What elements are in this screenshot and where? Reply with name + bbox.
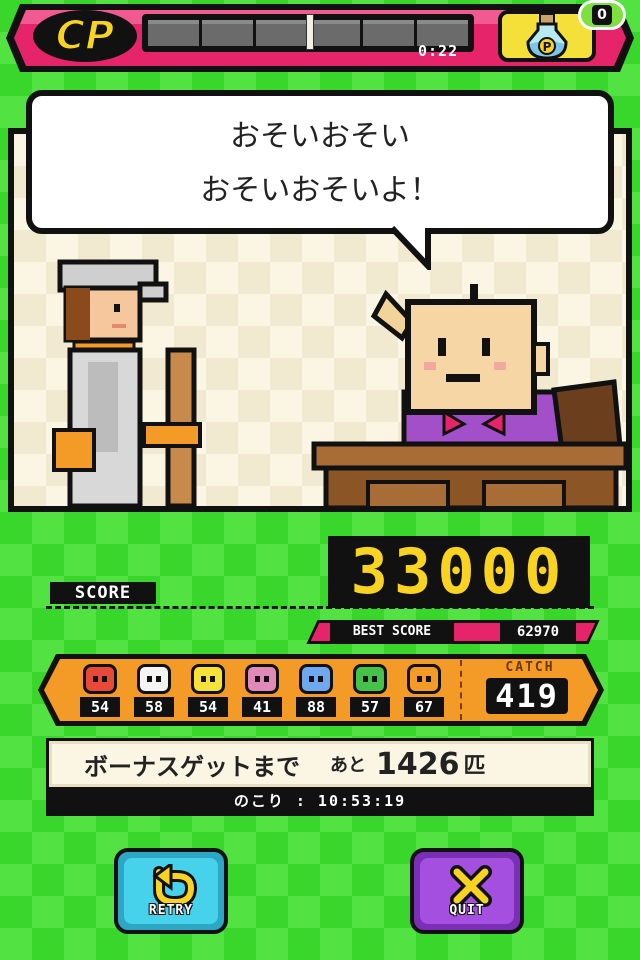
retry-button[interactable]: RETRY [114, 848, 228, 934]
monster-count: 88 [296, 697, 336, 717]
potion-count: 0 [592, 5, 612, 25]
monster-count: 58 [134, 697, 174, 717]
retry-label: RETRY [148, 903, 194, 918]
potion-count-badge: 0 [578, 0, 626, 30]
monster-count: 41 [242, 697, 282, 717]
cp-logo-text: CP [56, 13, 115, 59]
red-monster-icon [83, 664, 117, 694]
monster-slot: 57 [350, 664, 390, 720]
score-display: 33000 [328, 536, 590, 608]
monster-slot: 88 [296, 664, 336, 720]
yellow-monster-icon [191, 664, 225, 694]
pink-monster-icon [245, 664, 279, 694]
green-monster-icon [353, 664, 387, 694]
cp-logo-icon: CP [33, 10, 137, 62]
score-value: 33000 [350, 535, 568, 608]
merchant-character [311, 284, 626, 506]
speech-bubble-tail [392, 226, 431, 270]
monster-slot: 54 [80, 664, 120, 720]
monster-slot: 67 [404, 664, 444, 720]
bonus-panel: ボーナスゲットまで あと 1426 匹 のこり : 10:53:19 [46, 738, 594, 816]
white-monster-icon [137, 664, 171, 694]
dialog-line-2: おそいおそいよ！ [200, 173, 440, 208]
gauge-marker [306, 14, 314, 50]
quit-button[interactable]: QUIT [410, 848, 524, 934]
catch-divider [460, 660, 462, 720]
retry-arrow-icon [152, 864, 198, 908]
bonus-remaining-label: あと [330, 755, 366, 776]
monster-count: 54 [80, 697, 120, 717]
monster-slot: 41 [242, 664, 282, 720]
adventurer-character [52, 259, 202, 506]
bonus-progress-row: ボーナスゲットまで あと 1426 匹 [49, 741, 591, 787]
quit-label: QUIT [449, 903, 485, 918]
bonus-count-unit: 匹 [463, 754, 486, 779]
close-icon [450, 865, 492, 907]
monster-slot: 54 [188, 664, 228, 720]
cp-logo: CP [30, 6, 140, 66]
potion-letter: P [543, 40, 552, 54]
speech-bubble: おそいおそい おそいおそいよ！ [26, 90, 614, 234]
score-divider [46, 606, 594, 609]
blue-monster-icon [299, 664, 333, 694]
monster-slot: 58 [134, 664, 174, 720]
best-score-label: BEST SCORE [330, 622, 454, 642]
bonus-remaining-count: 1426 [376, 746, 460, 782]
cp-timer: 0:22 [418, 42, 459, 60]
bonus-time-remaining: のこり : 10:53:19 [233, 792, 407, 810]
monster-count: 67 [404, 697, 444, 717]
monster-count: 54 [188, 697, 228, 717]
catch-total: 419 [486, 678, 568, 714]
best-score-value: 62970 [500, 622, 576, 642]
dialog-line-1: おそいおそい [230, 119, 410, 154]
monster-count: 57 [350, 697, 390, 717]
orange-monster-icon [407, 664, 441, 694]
score-label: SCORE [50, 582, 156, 604]
catch-label: CATCH [505, 660, 555, 675]
bonus-title: ボーナスゲットまで [84, 752, 300, 781]
